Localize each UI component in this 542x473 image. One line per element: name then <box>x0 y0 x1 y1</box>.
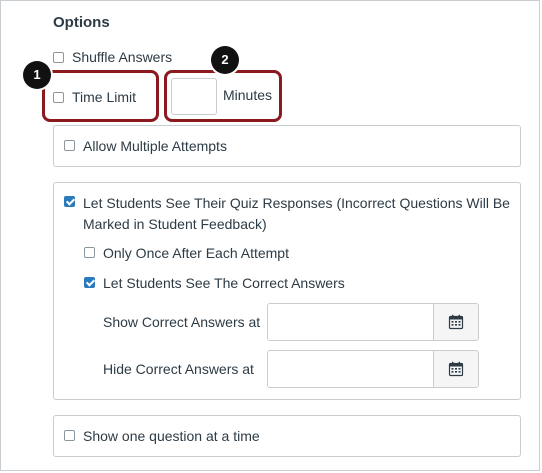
hide-correct-answers-at-field <box>267 350 479 388</box>
hide-date-picker-button[interactable] <box>433 351 478 387</box>
hide-correct-answers-at-input[interactable] <box>268 351 433 387</box>
show-date-picker-button[interactable] <box>433 304 478 340</box>
callout-2-badge: 2 <box>211 46 239 74</box>
callout-1-highlight <box>42 70 159 122</box>
see-correct-answers-label: Let Students See The Correct Answers <box>103 275 345 291</box>
see-responses-label-line1: Let Students See Their Quiz Responses (I… <box>83 195 510 211</box>
allow-multiple-attempts-label: Allow Multiple Attempts <box>83 138 227 154</box>
hide-correct-answers-at-label: Hide Correct Answers at <box>103 361 254 377</box>
one-question-checkbox[interactable] <box>64 430 75 441</box>
see-correct-answers-checkbox[interactable] <box>84 277 95 288</box>
allow-multiple-attempts-checkbox[interactable] <box>64 140 75 151</box>
show-correct-answers-at-input[interactable] <box>268 304 433 340</box>
show-correct-answers-at-label: Show Correct Answers at <box>103 314 261 330</box>
see-responses-checkbox[interactable] <box>64 196 75 207</box>
options-heading: Options <box>53 14 110 31</box>
calendar-icon <box>448 361 464 377</box>
callout-2-highlight <box>164 70 282 122</box>
show-correct-answers-at-field <box>267 303 479 341</box>
calendar-icon <box>448 314 464 330</box>
shuffle-answers-label: Shuffle Answers <box>72 49 173 65</box>
see-responses-label-line2: Marked in Student Feedback) <box>83 216 267 232</box>
callout-1-badge: 1 <box>23 61 51 89</box>
only-once-label: Only Once After Each Attempt <box>103 245 289 261</box>
only-once-checkbox[interactable] <box>84 247 95 258</box>
one-question-label: Show one question at a time <box>83 428 260 444</box>
shuffle-answers-checkbox[interactable] <box>53 52 64 63</box>
